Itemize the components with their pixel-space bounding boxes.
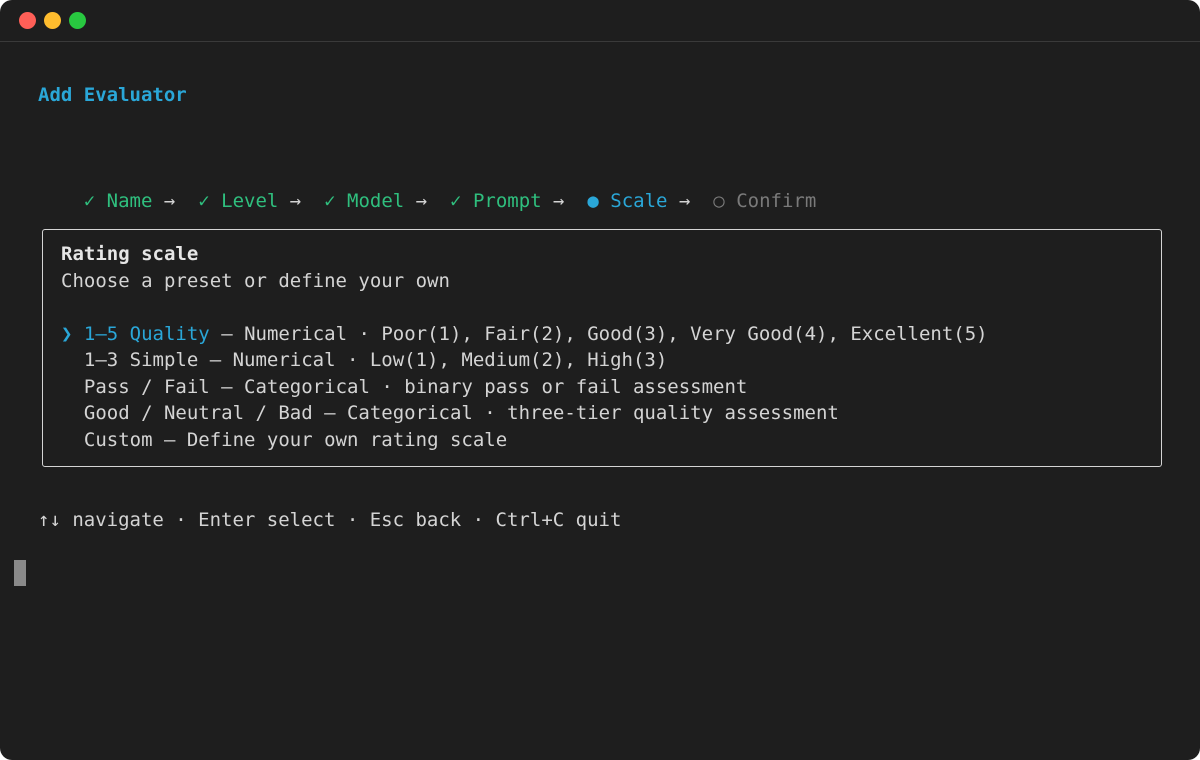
option-label: 1–5 Quality [83,323,210,345]
option-description: – Categorical · binary pass or fail asse… [209,376,748,398]
scale-option-1-3-simple[interactable]: 1–3 Simple – Numerical · Low(1), Medium(… [61,347,667,373]
option-label: Pass / Fail [83,376,210,398]
keyboard-help-hint: ↑↓ navigate · Enter select · Esc back · … [38,509,622,531]
step-arrow-icon: → [163,190,176,212]
step-arrow-icon: → [415,190,428,212]
scale-option-1-5-quality[interactable]: ❯ 1–5 Quality – Numerical · Poor(1), Fai… [61,321,988,347]
maximize-traffic-light-icon[interactable] [69,12,86,29]
minimize-traffic-light-icon[interactable] [44,12,61,29]
step-arrow-icon: → [678,190,691,212]
scale-option-good-neutral-bad[interactable]: Good / Neutral / Bad – Categorical · thr… [61,400,839,426]
close-traffic-light-icon[interactable] [19,12,36,29]
step-level: Level [221,190,279,212]
option-description: – Numerical · Low(1), Medium(2), High(3) [198,349,668,371]
step-scale-current-dot-icon: ● [587,190,599,212]
step-name-check-icon: ✓ [83,190,96,212]
step-prompt: Prompt [472,190,542,212]
page-title: Add Evaluator [38,84,187,106]
option-label: 1–3 Simple [83,349,199,371]
option-description: – Numerical · Poor(1), Fair(2), Good(3),… [209,323,988,345]
title-bar [0,0,1200,42]
step-arrow-icon: → [553,190,565,212]
step-confirm: Confirm [736,190,817,212]
panel-subheading: Choose a preset or define your own [61,270,450,292]
wizard-steps: ✓ Name → ✓ Level → ✓ Model → ✓ Prompt → … [38,162,817,212]
panel-heading: Rating scale [61,243,199,265]
scale-option-custom[interactable]: Custom – Define your own rating scale [61,427,507,453]
selection-chevron-icon: ❯ [61,323,73,345]
step-prompt-check-icon: ✓ [450,190,462,212]
scale-option-pass-fail[interactable]: Pass / Fail – Categorical · binary pass … [61,374,747,400]
step-confirm-circle-icon: ○ [713,190,725,212]
step-scale: Scale [610,190,668,212]
option-label: Custom [83,429,153,451]
option-description: – Categorical · three-tier quality asses… [312,402,839,424]
terminal-window: Add Evaluator ✓ Name → ✓ Level → ✓ Model… [0,0,1200,760]
rating-scale-panel: Rating scale Choose a preset or define y… [42,229,1162,467]
option-label: Good / Neutral / Bad [83,402,313,424]
step-arrow-icon: → [289,190,302,212]
step-model-check-icon: ✓ [324,190,336,212]
step-level-check-icon: ✓ [198,190,210,212]
terminal-cursor [14,560,26,586]
option-description: – Define your own rating scale [152,429,508,451]
step-name: Name [106,190,153,212]
step-model: Model [347,190,405,212]
